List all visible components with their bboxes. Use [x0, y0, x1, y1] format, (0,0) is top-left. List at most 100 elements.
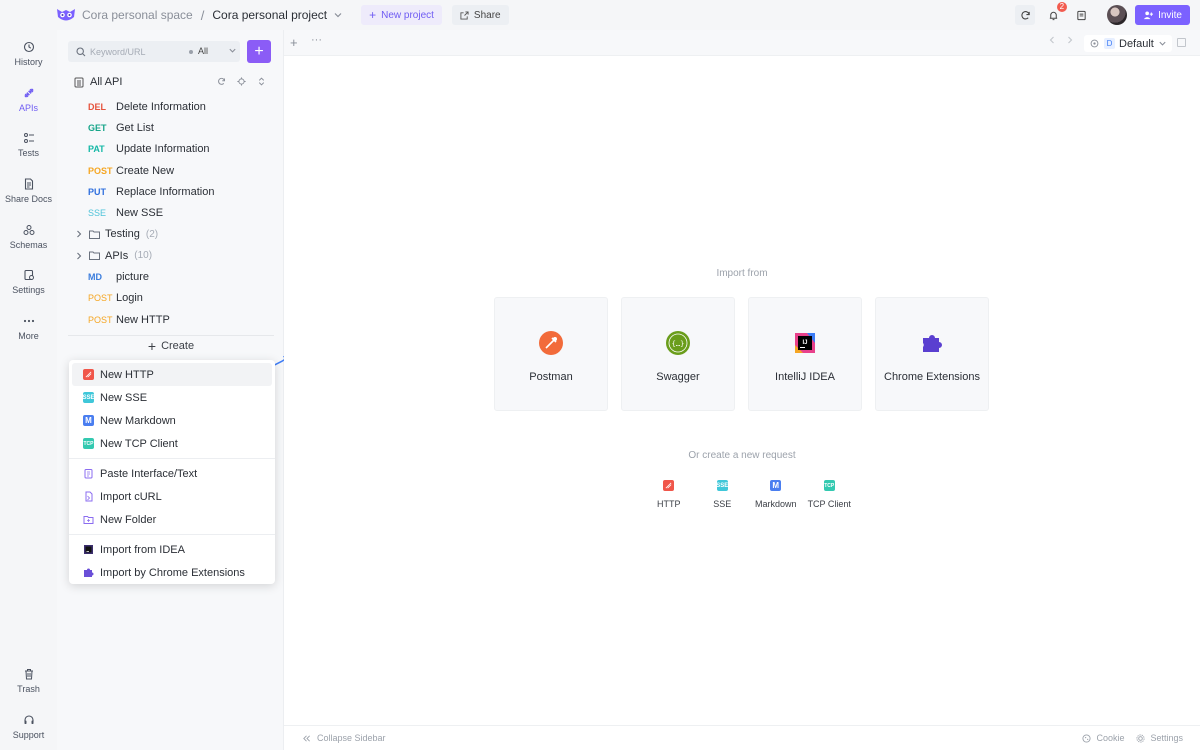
menu-item-import-chrome[interactable]: Import by Chrome Extensions: [72, 561, 272, 584]
nav-history[interactable]: History: [0, 41, 57, 67]
chrome-extensions-icon: [923, 335, 942, 352]
user-avatar[interactable]: [1107, 5, 1128, 25]
tree-item[interactable]: POST New HTTP: [57, 309, 284, 330]
tree-item[interactable]: POST Create New: [57, 160, 284, 181]
quick-create-markdown[interactable]: M Markdown: [749, 480, 803, 509]
expand-collapse-icon[interactable]: [257, 77, 266, 86]
messages-button[interactable]: [1071, 5, 1091, 25]
menu-item-label: Import cURL: [100, 490, 162, 503]
svg-text:{…}: {…}: [672, 340, 685, 348]
tree-item-name: Delete Information: [116, 100, 206, 113]
nav-apis[interactable]: APIs: [0, 87, 57, 113]
refresh-icon[interactable]: [217, 77, 226, 86]
or-create-label: Or create a new request: [688, 450, 796, 461]
breadcrumb-space[interactable]: Cora personal space: [82, 8, 193, 22]
notification-badge: 2: [1056, 2, 1068, 12]
notifications-button[interactable]: 2: [1043, 2, 1068, 25]
tree-item[interactable]: PUT Replace Information: [57, 181, 284, 202]
tree-folder[interactable]: Testing (2): [57, 224, 284, 245]
scope-select[interactable]: All: [198, 46, 208, 56]
tree-item[interactable]: SSE New SSE: [57, 202, 284, 223]
create-label: Create: [161, 340, 195, 352]
nav-support[interactable]: Support: [0, 714, 57, 740]
method-badge: DEL: [88, 101, 106, 112]
folder-icon: [89, 230, 100, 239]
menu-item-import-curl[interactable]: Import cURL: [72, 485, 272, 508]
tree-item[interactable]: DEL Delete Information: [57, 96, 284, 117]
menu-item-new-folder[interactable]: New Folder: [72, 508, 272, 531]
quick-create-sse[interactable]: SSE SSE: [696, 480, 750, 509]
chevron-down-icon[interactable]: [333, 10, 343, 20]
import-card-chrome[interactable]: Chrome Extensions: [875, 297, 989, 411]
chevron-down-icon[interactable]: [228, 46, 237, 55]
share-button[interactable]: Share: [451, 5, 509, 25]
tree-item-name: Update Information: [116, 143, 210, 156]
tree-item[interactable]: MD picture: [57, 266, 284, 287]
tree-item-name: picture: [116, 271, 150, 284]
collapse-sidebar-button[interactable]: Collapse Sidebar: [302, 733, 386, 743]
nav-share-docs-label: Share Docs: [4, 194, 53, 204]
status-bar-right: Cookie Settings: [1082, 733, 1183, 743]
tree-folder-name: APIs: [105, 249, 129, 262]
new-tab-plus-icon[interactable]: +: [290, 35, 298, 50]
create-button[interactable]: + Create: [68, 335, 274, 356]
menu-item-new-markdown[interactable]: M New Markdown: [72, 409, 272, 432]
import-card-swagger[interactable]: {…} Swagger: [621, 297, 735, 411]
markdown-icon: M: [770, 480, 782, 491]
idea-icon: [84, 545, 93, 554]
add-button[interactable]: +: [247, 40, 271, 63]
environment-manage-icon[interactable]: [1177, 38, 1186, 47]
tree-folder-count: (2): [145, 228, 159, 240]
nav-more[interactable]: More: [0, 315, 57, 341]
add-user-icon: [1143, 11, 1154, 20]
menu-item-import-idea[interactable]: Import from IDEA: [72, 538, 272, 561]
search-input[interactable]: Keyword/URL: [90, 47, 146, 57]
all-api-header[interactable]: All API: [74, 75, 274, 89]
nav-settings[interactable]: Settings: [0, 269, 57, 295]
tree-item[interactable]: POST Login: [57, 288, 284, 309]
import-card-intellij[interactable]: IJ IntelliJ IDEA: [748, 297, 862, 411]
api-tree: DEL Delete Information GET Get List PAT Upd…: [57, 96, 284, 330]
nav-share-docs[interactable]: Share Docs: [0, 178, 57, 204]
invite-button[interactable]: Invite: [1135, 5, 1190, 25]
settings-button[interactable]: Settings: [1136, 733, 1183, 743]
locate-icon[interactable]: [237, 77, 246, 86]
quick-create-tcp[interactable]: TCP TCP Client: [803, 480, 857, 509]
nav-support-label: Support: [12, 730, 45, 740]
nav-trash[interactable]: Trash: [0, 668, 57, 694]
new-project-button[interactable]: + New project: [361, 5, 442, 25]
menu-item-label: Import by Chrome Extensions: [100, 566, 245, 579]
gear-icon: [1136, 733, 1146, 743]
method-badge: GET: [88, 122, 107, 133]
share-label: Share: [473, 9, 501, 21]
menu-item-new-http[interactable]: New HTTP: [72, 363, 272, 386]
nav-schemas[interactable]: Schemas: [0, 224, 57, 250]
menu-item-new-sse[interactable]: SSE New SSE: [72, 386, 272, 409]
tab-more-icon[interactable]: ···: [311, 34, 322, 46]
nav-tests[interactable]: Tests: [0, 132, 57, 158]
environment-select[interactable]: D Default: [1084, 35, 1172, 52]
chevron-right-icon[interactable]: [1066, 36, 1074, 44]
menu-item-paste-interface[interactable]: Paste Interface/Text: [72, 462, 272, 485]
quick-create-http[interactable]: HTTP: [642, 480, 696, 509]
search-icon: [76, 46, 86, 56]
breadcrumb-project[interactable]: Cora personal project: [212, 8, 327, 22]
menu-item-new-tcp-client[interactable]: TCP New TCP Client: [72, 432, 272, 455]
chevron-right-icon[interactable]: [74, 230, 84, 238]
all-api-label: All API: [90, 76, 123, 88]
chevron-left-icon[interactable]: [1048, 36, 1056, 44]
left-navigation: History APIs Tests Share Docs Schemas Se…: [0, 30, 57, 750]
nav-trash-label: Trash: [17, 684, 40, 694]
tree-folder[interactable]: APIs (10): [57, 245, 284, 266]
chevron-right-icon[interactable]: [74, 252, 84, 260]
cookie-button[interactable]: Cookie: [1082, 733, 1124, 743]
sync-button[interactable]: [1015, 5, 1036, 25]
method-badge: POST: [88, 314, 113, 325]
tree-item[interactable]: PAT Update Information: [57, 139, 284, 160]
tree-item[interactable]: GET Get List: [57, 117, 284, 138]
markdown-icon: M: [83, 415, 94, 426]
document-icon: [1076, 10, 1086, 20]
tree-item-name: Create New: [116, 164, 175, 177]
import-card-postman[interactable]: Postman: [494, 297, 608, 411]
search-box[interactable]: Keyword/URL All: [68, 41, 240, 62]
